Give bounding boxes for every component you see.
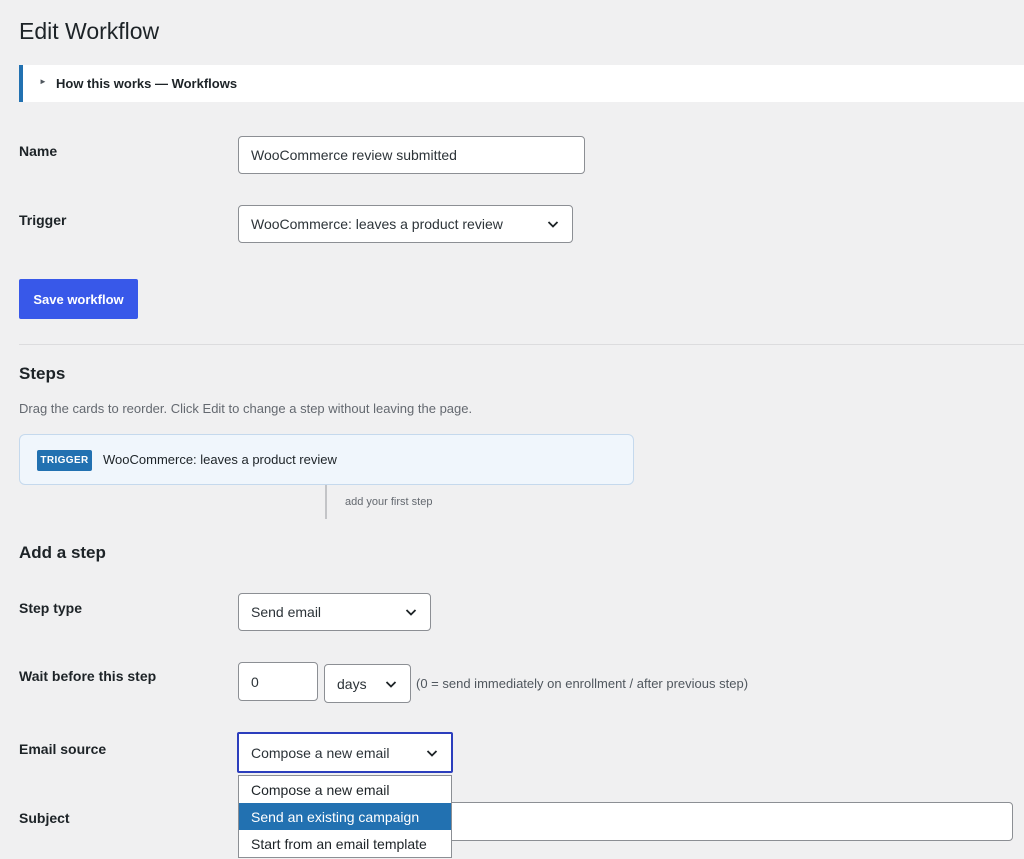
- email-source-option[interactable]: Send an existing campaign: [239, 803, 451, 830]
- how-this-works-toggle[interactable]: ► How this works — Workflows: [19, 65, 1024, 102]
- add-step-heading: Add a step: [19, 543, 106, 562]
- wait-amount-input[interactable]: 0: [238, 662, 318, 701]
- page-title: Edit Workflow: [19, 18, 160, 44]
- steps-heading: Steps: [19, 364, 66, 383]
- step-type-label: Step type: [19, 600, 83, 616]
- section-divider: [19, 344, 1024, 345]
- trigger-label: Trigger: [19, 212, 67, 228]
- wait-hint: (0 = send immediately on enrollment / af…: [416, 676, 749, 691]
- disclosure-triangle-icon: ►: [39, 77, 47, 86]
- trigger-select[interactable]: WooCommerce: leaves a product review: [238, 205, 573, 243]
- name-input-value: WooCommerce review submitted: [251, 147, 457, 163]
- trigger-select-value: WooCommerce: leaves a product review: [251, 216, 503, 232]
- wait-unit-value: days: [337, 675, 367, 692]
- chevron-down-icon: [405, 609, 417, 616]
- email-source-label: Email source: [19, 741, 107, 757]
- chevron-down-icon: [385, 680, 397, 688]
- wait-label: Wait before this step: [19, 668, 157, 684]
- wait-amount-value: 0: [251, 673, 259, 690]
- email-source-option[interactable]: Start from an email template: [239, 830, 451, 857]
- how-this-works-label: How this works — Workflows: [56, 76, 238, 91]
- name-input[interactable]: WooCommerce review submitted: [238, 136, 585, 174]
- subject-label: Subject: [19, 810, 70, 826]
- email-source-dropdown: Compose a new email Send an existing cam…: [238, 775, 452, 858]
- chevron-down-icon: [426, 749, 438, 757]
- name-label: Name: [19, 143, 58, 159]
- steps-description: Drag the cards to reorder. Click Edit to…: [19, 401, 473, 416]
- trigger-step-card[interactable]: TRIGGER WooCommerce: leaves a product re…: [19, 434, 634, 485]
- wait-unit-select[interactable]: days: [324, 664, 411, 703]
- trigger-badge: TRIGGER: [37, 450, 92, 471]
- save-workflow-button[interactable]: Save workflow: [19, 279, 138, 319]
- trigger-step-text: WooCommerce: leaves a product review: [103, 452, 337, 467]
- chevron-down-icon: [547, 221, 559, 228]
- step-type-value: Send email: [251, 604, 322, 620]
- step-connector-line: [325, 485, 327, 519]
- email-source-option[interactable]: Compose a new email: [239, 776, 451, 803]
- add-first-step-text: add your first step: [345, 496, 433, 508]
- step-type-select[interactable]: Send email: [238, 593, 431, 631]
- email-source-value: Compose a new email: [251, 744, 390, 761]
- email-source-select[interactable]: Compose a new email: [237, 732, 453, 773]
